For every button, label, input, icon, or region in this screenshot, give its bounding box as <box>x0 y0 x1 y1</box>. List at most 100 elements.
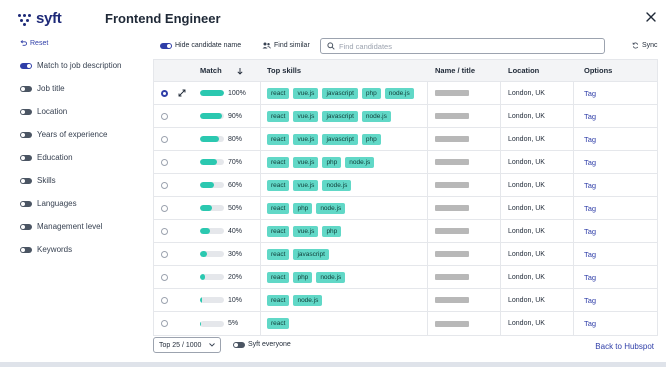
row-select-radio[interactable] <box>161 273 168 281</box>
find-similar-button[interactable]: Find similar <box>262 42 310 49</box>
syft-logo[interactable]: syft <box>18 10 62 27</box>
toggle-switch[interactable] <box>20 85 32 92</box>
table-row[interactable]: 20% react php node.js London, UK Tag <box>154 266 657 289</box>
expand-icon[interactable] <box>178 89 186 97</box>
table-row[interactable]: 60% react vue.js node.js London, UK Tag <box>154 174 657 197</box>
filter-item[interactable]: Keywords <box>20 238 155 261</box>
tag-link[interactable]: Tag <box>584 273 596 282</box>
sync-button[interactable]: Sync <box>632 42 658 49</box>
match-percent: 100% <box>228 89 246 97</box>
app-header: syft Frontend Engineer <box>0 0 666 36</box>
tag-link[interactable]: Tag <box>584 158 596 167</box>
match-bar <box>200 182 224 188</box>
match-bar-fill <box>200 182 215 188</box>
tag-link[interactable]: Tag <box>584 89 596 98</box>
table-row[interactable]: 80% react vue.js javascript php London, UK Tag <box>154 128 657 151</box>
table-row[interactable]: 90% react vue.js javascript node.js London, U… <box>154 105 657 128</box>
toggle-switch[interactable] <box>20 246 32 253</box>
skills-column-header: Top skills <box>267 66 302 75</box>
location-cell: London, UK <box>501 289 574 311</box>
table-footer: Top 25 / 1000 Syft everyone Back to Hubs… <box>153 337 658 355</box>
toggle-switch[interactable] <box>20 131 32 138</box>
match-bar-fill <box>200 228 210 234</box>
table-row[interactable]: 10% react node.js London, UK Tag <box>154 289 657 312</box>
table-row[interactable]: 30% react javascript London, UK Tag <box>154 243 657 266</box>
location-column-header: Location <box>508 66 540 75</box>
hidden-name-placeholder <box>435 205 469 211</box>
toggle-switch[interactable] <box>20 62 32 69</box>
top-count-select[interactable]: Top 25 / 1000 <box>153 337 221 353</box>
search-input[interactable] <box>339 41 579 51</box>
close-icon[interactable] <box>646 12 656 22</box>
row-select-radio[interactable] <box>161 250 168 258</box>
toggle-switch[interactable] <box>20 200 32 207</box>
reset-button[interactable]: Reset <box>20 40 155 47</box>
sort-down-icon[interactable] <box>236 67 244 75</box>
toggle-switch[interactable] <box>233 341 245 348</box>
skill-chip: vue.js <box>293 225 319 237</box>
tag-link[interactable]: Tag <box>584 112 596 121</box>
filter-item[interactable]: Languages <box>20 192 155 215</box>
table-row[interactable]: 50% react php node.js London, UK Tag <box>154 197 657 220</box>
location-cell: London, UK <box>501 312 574 335</box>
row-select-radio[interactable] <box>161 227 168 235</box>
filter-item[interactable]: Job title <box>20 77 155 100</box>
table-row[interactable]: 5% react London, UK Tag <box>154 312 657 335</box>
filter-item[interactable]: Years of experience <box>20 123 155 146</box>
skill-chip: vue.js <box>293 87 319 99</box>
filter-item[interactable]: Education <box>20 146 155 169</box>
back-to-hubspot-link[interactable]: Back to Hubspot <box>595 342 654 351</box>
toggle-switch[interactable] <box>20 177 32 184</box>
match-bar-fill <box>200 90 224 96</box>
hide-name-toggle[interactable]: Hide candidate name <box>160 42 241 49</box>
toggle-switch[interactable] <box>20 154 32 161</box>
skill-chip: react <box>267 133 290 145</box>
tag-link[interactable]: Tag <box>584 250 596 259</box>
filter-label: Location <box>37 107 68 116</box>
row-select-radio[interactable] <box>161 320 168 327</box>
tag-link[interactable]: Tag <box>584 227 596 236</box>
skill-chip: node.js <box>316 271 346 283</box>
toggle-switch[interactable] <box>160 42 172 49</box>
toggle-switch[interactable] <box>20 223 32 230</box>
name-cell <box>428 197 501 219</box>
table-row[interactable]: 100% react vue.js javascript php node.js Londo… <box>154 82 657 105</box>
tag-link[interactable]: Tag <box>584 181 596 190</box>
skill-chip: vue.js <box>293 179 319 191</box>
filter-item[interactable]: Skills <box>20 169 155 192</box>
bottom-divider <box>0 362 666 367</box>
location-cell: London, UK <box>501 151 574 173</box>
tag-link[interactable]: Tag <box>584 319 596 328</box>
table-row[interactable]: 70% react vue.js php node.js London, UK Tag <box>154 151 657 174</box>
match-bar <box>200 90 224 96</box>
match-bar <box>200 228 224 234</box>
table-row[interactable]: 40% react vue.js php London, UK Tag <box>154 220 657 243</box>
filter-item[interactable]: Match to job description <box>20 54 155 77</box>
tag-link[interactable]: Tag <box>584 296 596 305</box>
name-cell <box>428 289 501 311</box>
syft-everyone-toggle[interactable]: Syft everyone <box>233 341 291 348</box>
filter-item[interactable]: Management level <box>20 215 155 238</box>
options-column-header: Options <box>584 66 613 75</box>
filter-label: Keywords <box>37 245 73 254</box>
tag-link[interactable]: Tag <box>584 135 596 144</box>
row-select-radio[interactable] <box>161 181 168 189</box>
skill-chip: react <box>267 271 290 283</box>
skill-chip: php <box>361 87 381 99</box>
row-select-radio[interactable] <box>161 135 168 143</box>
row-select-radio[interactable] <box>161 296 168 304</box>
tag-link[interactable]: Tag <box>584 204 596 213</box>
search-box[interactable] <box>320 38 605 54</box>
row-select-radio[interactable] <box>161 112 168 120</box>
row-select-radio[interactable] <box>161 204 168 212</box>
skills-cell: react vue.js php node.js <box>260 151 428 173</box>
row-select-radio[interactable] <box>161 158 168 166</box>
skill-chip: react <box>267 202 290 214</box>
toggle-switch[interactable] <box>20 108 32 115</box>
filter-label: Job title <box>37 84 65 93</box>
filter-item[interactable]: Location <box>20 100 155 123</box>
match-column-header[interactable]: Match <box>200 66 260 75</box>
match-percent: 50% <box>228 204 243 212</box>
users-icon <box>262 42 271 49</box>
row-select-radio[interactable] <box>161 89 168 97</box>
